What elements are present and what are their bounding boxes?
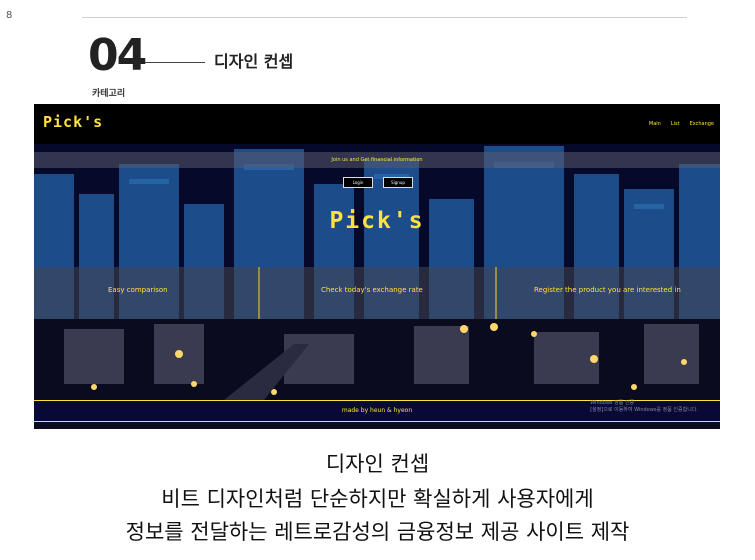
signup-button[interactable]: Signup	[383, 177, 413, 188]
caption-line-2: 비트 디자인처럼 단순하지만 확실하게 사용자에게	[161, 487, 594, 511]
feature-register-product: Register the product you are interested …	[534, 286, 681, 294]
site-logo[interactable]: Pick's	[43, 113, 103, 131]
feature-easy-comparison: Easy comparison	[108, 286, 168, 294]
caption-line-3: 정보를 전달하는 레트로감성의 금융정보 제공 사이트 제작	[125, 520, 630, 544]
auth-buttons: Login Signup	[343, 177, 413, 188]
website-screenshot: Pick's Main List Exchange Join us and Ge…	[34, 104, 720, 429]
watermark-line-2: [설정]으로 이동하여 Windows를 정품 인증합니다.	[590, 407, 698, 413]
nav-item-exchange[interactable]: Exchange	[690, 121, 714, 127]
windows-watermark: Windows 정품 인증 [설정]으로 이동하여 Windows를 정품 인증…	[590, 400, 698, 414]
feature-exchange-rate: Check today's exchange rate	[321, 286, 423, 294]
nav-menu: Main List Exchange	[649, 121, 714, 127]
nav-item-main[interactable]: Main	[649, 121, 661, 127]
section-title: 디자인 컨셉	[214, 52, 294, 71]
watermark-line-1: Windows 정품 인증	[590, 400, 635, 406]
category-label: 카테고리	[92, 89, 126, 99]
page-number: 8	[6, 10, 13, 21]
login-button[interactable]: Login	[343, 177, 373, 188]
join-banner: Join us and Get financial information	[34, 152, 720, 168]
caption-title: 디자인 컨셉	[325, 452, 430, 476]
nav-item-list[interactable]: List	[671, 121, 680, 127]
section-number: 04	[88, 30, 147, 81]
banner-text: Join us and Get financial information	[331, 157, 423, 163]
top-divider	[82, 17, 687, 18]
hero-logo: Pick's	[329, 208, 425, 234]
navbar: Pick's Main List Exchange	[34, 104, 720, 144]
section-divider	[145, 62, 205, 63]
